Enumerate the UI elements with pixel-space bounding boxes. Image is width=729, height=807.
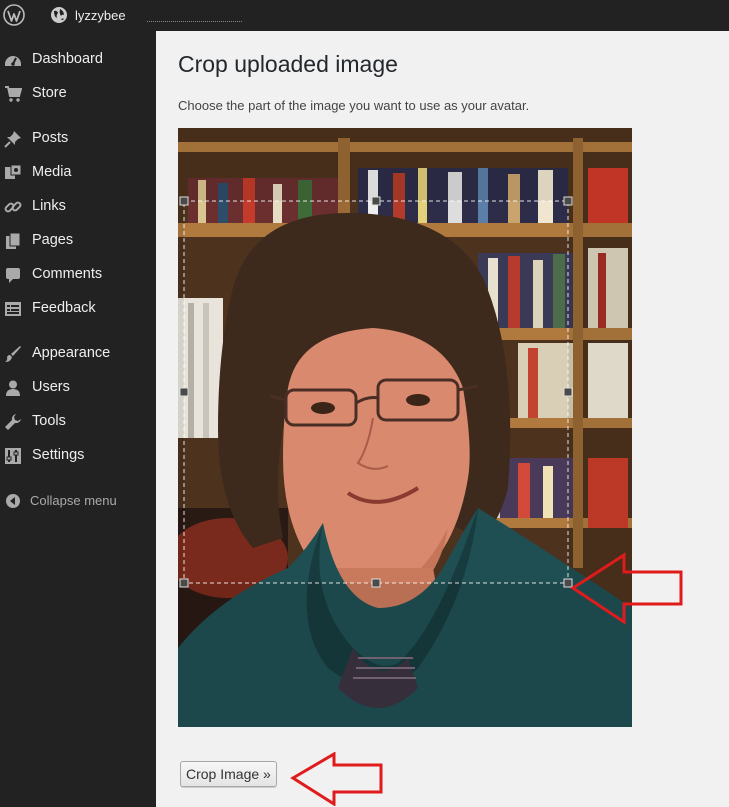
sidebar-item-label: Appearance [32, 345, 111, 361]
wordpress-logo-icon[interactable] [3, 4, 25, 26]
crop-image-button[interactable]: Crop Image » [180, 761, 277, 787]
sidebar-item-store[interactable]: Store [0, 77, 156, 111]
sidebar-item-label: Tools [32, 413, 66, 429]
crop-handle-ne[interactable] [563, 196, 573, 206]
sidebar-item-label: Dashboard [32, 51, 103, 67]
wrench-icon [5, 414, 21, 430]
sidebar-item-label: Media [32, 164, 72, 180]
crop-handle-sw[interactable] [179, 578, 189, 588]
cart-icon [5, 86, 22, 102]
sidebar-item-label: Posts [32, 130, 69, 146]
page-description: Choose the part of the image you want to… [178, 98, 530, 113]
sidebar-item-links[interactable]: Links [0, 190, 156, 224]
settings-icon [5, 448, 21, 464]
user-icon [6, 380, 20, 396]
media-icon [5, 164, 22, 179]
collapse-arrow-icon [6, 494, 20, 508]
dashboard-icon [5, 56, 21, 66]
pin-icon [4, 131, 21, 148]
sidebar-item-dashboard[interactable]: Dashboard [0, 43, 156, 77]
avatar-crop-area[interactable] [178, 128, 632, 727]
admin-bar-divider [147, 21, 242, 22]
crop-handle-n[interactable] [371, 196, 381, 206]
annotation-arrow-icon [570, 552, 683, 625]
admin-sidebar: Dashboard Store Posts Media Links Pages … [0, 31, 156, 807]
sidebar-item-appearance[interactable]: Appearance [0, 337, 156, 371]
sidebar-item-settings[interactable]: Settings [0, 439, 156, 473]
crop-handle-nw[interactable] [179, 196, 189, 206]
sidebar-item-label: Store [32, 85, 67, 101]
sidebar-item-posts[interactable]: Posts [0, 122, 156, 156]
sidebar-item-label: Comments [32, 266, 103, 282]
site-name-link[interactable]: lyzzybee [75, 8, 126, 23]
sidebar-item-label: Links [32, 198, 66, 214]
sidebar-item-feedback[interactable]: Feedback [0, 292, 156, 326]
sidebar-item-tools[interactable]: Tools [0, 405, 156, 439]
crop-handle-s[interactable] [371, 578, 381, 588]
globe-icon[interactable] [50, 6, 68, 24]
main-content: Crop uploaded image Choose the part of t… [156, 31, 729, 807]
sidebar-item-users[interactable]: Users [0, 371, 156, 405]
pages-icon [6, 232, 21, 249]
sidebar-item-comments[interactable]: Comments [0, 258, 156, 292]
crop-selection-box[interactable] [178, 128, 632, 727]
annotation-arrow-icon [290, 752, 383, 806]
sidebar-item-pages[interactable]: Pages [0, 224, 156, 258]
collapse-menu-button[interactable]: Collapse menu [0, 484, 156, 518]
comment-icon [6, 268, 20, 283]
collapse-menu-label: Collapse menu [30, 493, 117, 508]
link-icon [4, 201, 22, 213]
brush-icon [5, 346, 21, 362]
sidebar-item-label: Settings [32, 447, 85, 463]
sidebar-item-label: Feedback [32, 300, 96, 316]
sidebar-item-label: Pages [32, 232, 74, 248]
page-title: Crop uploaded image [178, 51, 398, 77]
sidebar-item-label: Users [32, 379, 70, 395]
crop-handle-e[interactable] [563, 387, 573, 397]
feedback-icon [5, 302, 21, 316]
crop-handle-w[interactable] [179, 387, 189, 397]
admin-bar: lyzzybee [0, 0, 729, 31]
sidebar-item-media[interactable]: Media [0, 156, 156, 190]
